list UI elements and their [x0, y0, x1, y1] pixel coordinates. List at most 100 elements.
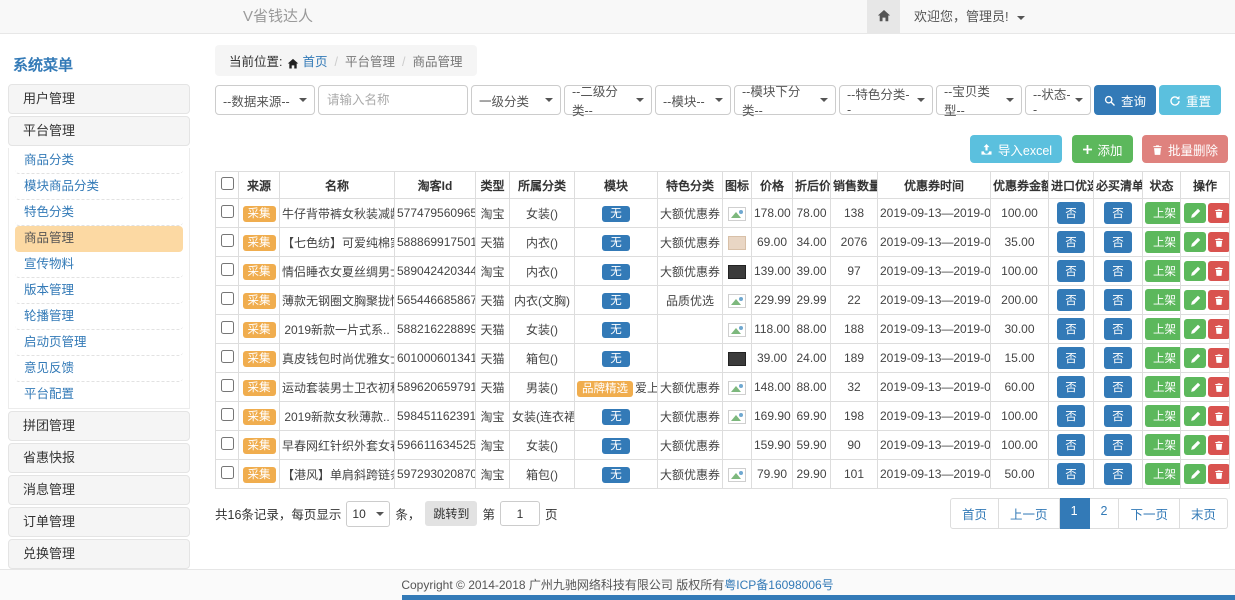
- pager-item[interactable]: 1: [1060, 498, 1090, 529]
- row-checkbox[interactable]: [221, 408, 234, 421]
- delete-button[interactable]: [1208, 290, 1230, 310]
- select-module-subcategory[interactable]: --模块下分类--: [734, 85, 836, 115]
- jump-page-input[interactable]: [500, 501, 540, 526]
- must-buy-toggle[interactable]: 否: [1104, 405, 1132, 427]
- row-checkbox[interactable]: [221, 205, 234, 218]
- status-button[interactable]: 上架: [1145, 376, 1181, 398]
- reset-button[interactable]: 重置: [1159, 85, 1221, 115]
- import-select-toggle[interactable]: 否: [1057, 434, 1085, 456]
- sidebar-subitem[interactable]: 特色分类: [15, 200, 183, 226]
- must-buy-toggle[interactable]: 否: [1104, 376, 1132, 398]
- status-button[interactable]: 上架: [1145, 463, 1181, 485]
- import-select-toggle[interactable]: 否: [1057, 231, 1085, 253]
- import-select-toggle[interactable]: 否: [1057, 289, 1085, 311]
- must-buy-toggle[interactable]: 否: [1104, 347, 1132, 369]
- import-select-toggle[interactable]: 否: [1057, 405, 1085, 427]
- edit-button[interactable]: [1184, 348, 1206, 368]
- must-buy-toggle[interactable]: 否: [1104, 260, 1132, 282]
- batch-delete-button[interactable]: 批量删除: [1142, 135, 1228, 163]
- edit-button[interactable]: [1184, 290, 1206, 310]
- delete-button[interactable]: [1208, 348, 1230, 368]
- status-button[interactable]: 上架: [1145, 202, 1181, 224]
- edit-button[interactable]: [1184, 435, 1206, 455]
- delete-button[interactable]: [1208, 261, 1230, 281]
- sidebar-subitem[interactable]: 意见反馈: [15, 356, 183, 382]
- delete-button[interactable]: [1208, 464, 1230, 484]
- sidebar-subitem[interactable]: 商品管理: [15, 226, 183, 252]
- edit-button[interactable]: [1184, 261, 1206, 281]
- status-button[interactable]: 上架: [1145, 405, 1181, 427]
- pager-item[interactable]: 首页: [950, 498, 999, 529]
- status-button[interactable]: 上架: [1145, 260, 1181, 282]
- sidebar-subitem[interactable]: 启动页管理: [15, 330, 183, 356]
- must-buy-toggle[interactable]: 否: [1104, 434, 1132, 456]
- select-module[interactable]: --模块--: [655, 85, 731, 115]
- pager-item[interactable]: 下一页: [1119, 498, 1180, 529]
- sidebar-subitem[interactable]: 平台配置: [15, 382, 183, 408]
- import-select-toggle[interactable]: 否: [1057, 347, 1085, 369]
- must-buy-toggle[interactable]: 否: [1104, 463, 1132, 485]
- delete-button[interactable]: [1208, 232, 1230, 252]
- select-all-checkbox[interactable]: [221, 177, 234, 190]
- pager-item[interactable]: 上一页: [999, 498, 1060, 529]
- must-buy-toggle[interactable]: 否: [1104, 202, 1132, 224]
- row-checkbox[interactable]: [221, 234, 234, 247]
- import-select-toggle[interactable]: 否: [1057, 202, 1085, 224]
- icp-link[interactable]: 粤ICP备16098006号: [724, 578, 833, 592]
- sidebar-subitem[interactable]: 版本管理: [15, 278, 183, 304]
- sidebar-item[interactable]: 消息管理: [8, 475, 190, 505]
- edit-button[interactable]: [1184, 319, 1206, 339]
- row-checkbox[interactable]: [221, 437, 234, 450]
- jump-to-button[interactable]: 跳转到: [425, 501, 477, 526]
- sidebar-subitem[interactable]: 模块商品分类: [15, 174, 183, 200]
- delete-button[interactable]: [1208, 319, 1230, 339]
- user-menu[interactable]: 欢迎您，管理员!: [914, 0, 1025, 34]
- home-nav-button[interactable]: [867, 0, 900, 33]
- row-checkbox[interactable]: [221, 321, 234, 334]
- import-excel-button[interactable]: 导入excel: [970, 135, 1062, 163]
- must-buy-toggle[interactable]: 否: [1104, 231, 1132, 253]
- sidebar-subitem[interactable]: 轮播管理: [15, 304, 183, 330]
- delete-button[interactable]: [1208, 435, 1230, 455]
- sidebar-item-0[interactable]: 用户管理: [8, 84, 190, 114]
- sidebar-item-1[interactable]: 平台管理: [8, 116, 190, 146]
- per-page-select[interactable]: 10: [346, 501, 390, 527]
- delete-button[interactable]: [1208, 377, 1230, 397]
- import-select-toggle[interactable]: 否: [1057, 463, 1085, 485]
- select-feature-category[interactable]: --特色分类--: [839, 85, 933, 115]
- sidebar-subitem[interactable]: 商品分类: [15, 148, 183, 174]
- row-checkbox[interactable]: [221, 263, 234, 276]
- sidebar-item[interactable]: 拼团管理: [8, 411, 190, 441]
- name-search-input[interactable]: [318, 85, 468, 115]
- select-level1-category[interactable]: 一级分类: [471, 85, 561, 115]
- sidebar-item[interactable]: 省惠快报: [8, 443, 190, 473]
- status-button[interactable]: 上架: [1145, 231, 1181, 253]
- edit-button[interactable]: [1184, 203, 1206, 223]
- delete-button[interactable]: [1208, 406, 1230, 426]
- row-checkbox[interactable]: [221, 466, 234, 479]
- row-checkbox[interactable]: [221, 350, 234, 363]
- must-buy-toggle[interactable]: 否: [1104, 289, 1132, 311]
- select-data-source[interactable]: --数据来源--: [215, 85, 315, 115]
- status-button[interactable]: 上架: [1145, 318, 1181, 340]
- row-checkbox[interactable]: [221, 379, 234, 392]
- breadcrumb-home-link[interactable]: 首页: [302, 55, 327, 69]
- pager-item[interactable]: 末页: [1180, 498, 1228, 529]
- delete-button[interactable]: [1208, 203, 1230, 223]
- select-item-type[interactable]: --宝贝类型--: [936, 85, 1022, 115]
- select-level2-category[interactable]: --二级分类--: [564, 85, 652, 115]
- row-checkbox[interactable]: [221, 292, 234, 305]
- edit-button[interactable]: [1184, 406, 1206, 426]
- search-button[interactable]: 查询: [1094, 85, 1156, 115]
- sidebar-subitem[interactable]: 宣传物料: [15, 252, 183, 278]
- edit-button[interactable]: [1184, 232, 1206, 252]
- sidebar-item[interactable]: 订单管理: [8, 507, 190, 537]
- status-button[interactable]: 上架: [1145, 347, 1181, 369]
- sidebar-item[interactable]: 兑换管理: [8, 539, 190, 569]
- import-select-toggle[interactable]: 否: [1057, 376, 1085, 398]
- add-button[interactable]: 添加: [1072, 135, 1133, 163]
- must-buy-toggle[interactable]: 否: [1104, 318, 1132, 340]
- status-button[interactable]: 上架: [1145, 289, 1181, 311]
- import-select-toggle[interactable]: 否: [1057, 260, 1085, 282]
- pager-item[interactable]: 2: [1090, 498, 1120, 529]
